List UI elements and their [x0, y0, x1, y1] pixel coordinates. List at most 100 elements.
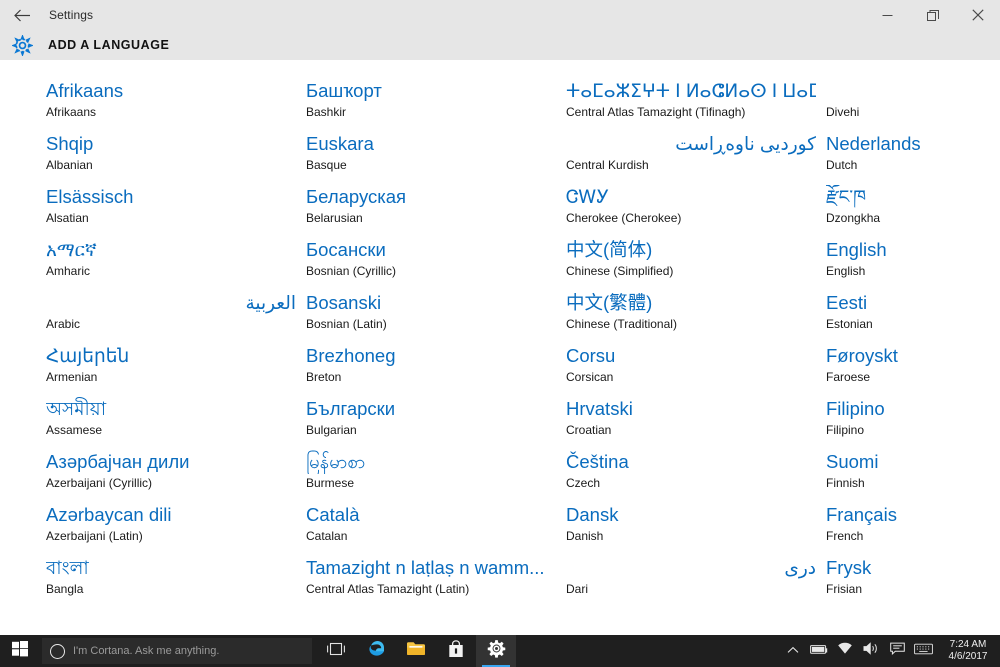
language-item[interactable]: Tamazight n laṭlaṣ n wamm... Central Atl… — [306, 556, 566, 609]
back-button[interactable] — [0, 0, 44, 30]
language-item[interactable]: Corsu Corsican — [566, 344, 826, 397]
settings-taskbar-button[interactable] — [476, 635, 516, 667]
system-tray: 7:24 AM 4/6/2017 — [780, 635, 1000, 667]
taskbar-app-icons — [316, 635, 516, 667]
language-english-name: Finnish — [826, 476, 865, 490]
language-native-name: Tamazight n laṭlaṣ n wamm... — [306, 557, 545, 578]
language-item[interactable]: Босански Bosnian (Cyrillic) — [306, 238, 566, 291]
language-item[interactable]: አማርኛ Amharic — [46, 238, 306, 291]
language-item[interactable]: Azərbaycan dili Azerbaijani (Latin) — [46, 503, 306, 556]
language-english-name: Chinese (Simplified) — [566, 264, 674, 278]
language-item[interactable]: Hrvatski Croatian — [566, 397, 826, 450]
language-native-name: Босански — [306, 239, 386, 260]
language-item[interactable]: Shqip Albanian — [46, 132, 306, 185]
minimize-icon — [882, 10, 893, 21]
language-item[interactable]: ⵜⴰⵎⴰⵣⵉⵖⵜ ⵏ ⵍⴰⵛⵍⴰⵙ ⵏ ⵡⴰⵎⵎ Central Atlas T… — [566, 79, 826, 132]
network-button[interactable] — [832, 635, 858, 667]
edge-browser-button[interactable] — [356, 635, 396, 667]
language-item[interactable]: كوردیی ناوەڕاست Central Kurdish — [566, 132, 826, 185]
language-item[interactable]: অসমীয়া Assamese — [46, 397, 306, 450]
language-english-name: Estonian — [826, 317, 873, 331]
language-native-name: Corsu — [566, 345, 616, 366]
language-item[interactable]: Euskara Basque — [306, 132, 566, 185]
volume-button[interactable] — [858, 635, 884, 667]
action-center-button[interactable] — [884, 635, 910, 667]
window-title: Settings — [49, 8, 94, 22]
language-native-name: Български — [306, 398, 396, 419]
language-item[interactable]: Català Catalan — [306, 503, 566, 556]
start-button[interactable] — [0, 635, 40, 667]
language-item[interactable]: العربية Arabic — [46, 291, 306, 344]
touch-keyboard-button[interactable] — [910, 635, 936, 667]
language-item[interactable]: 中文(简体) Chinese (Simplified) — [566, 238, 826, 291]
language-english-name: Basque — [306, 158, 347, 172]
language-english-name: Amharic — [46, 264, 91, 278]
task-view-button[interactable] — [316, 635, 356, 667]
language-item[interactable]: རྫོང་ཁ Dzongkha — [826, 185, 1000, 238]
window-controls — [865, 0, 1000, 30]
language-native-name: English — [826, 239, 887, 260]
cortana-circle-icon — [50, 643, 65, 659]
language-item[interactable]: Bosanski Bosnian (Latin) — [306, 291, 566, 344]
language-item[interactable]: Elsässisch Alsatian — [46, 185, 306, 238]
language-item[interactable]: বাংলা Bangla — [46, 556, 306, 609]
language-native-name: Hrvatski — [566, 398, 633, 419]
language-item[interactable]: Čeština Czech — [566, 450, 826, 503]
language-item[interactable]: Հայերեն Armenian — [46, 344, 306, 397]
language-item[interactable]: Afrikaans Afrikaans — [46, 79, 306, 132]
battery-button[interactable] — [806, 635, 832, 667]
language-item[interactable]: Suomi Finnish — [826, 450, 1000, 503]
language-item[interactable]: Eesti Estonian — [826, 291, 1000, 344]
language-item[interactable]: Dansk Danish — [566, 503, 826, 556]
language-english-name: Central Atlas Tamazight (Latin) — [306, 582, 470, 596]
close-button[interactable] — [955, 0, 1000, 30]
language-item[interactable]: Nederlands Dutch — [826, 132, 1000, 185]
language-item[interactable]: Беларуская Belarusian — [306, 185, 566, 238]
language-english-name: Armenian — [46, 370, 98, 384]
language-english-name: Arabic — [46, 317, 81, 331]
microsoft-store-button[interactable] — [436, 635, 476, 667]
language-english-name: Bashkir — [306, 105, 347, 119]
action-center-icon — [889, 642, 905, 660]
restore-icon — [926, 9, 939, 21]
battery-icon — [809, 642, 829, 660]
language-item[interactable]: Башҡорт Bashkir — [306, 79, 566, 132]
language-item[interactable]: ދިވެހިބަސް Divehi — [826, 79, 1000, 132]
language-item[interactable]: Азәрбајчан дили Azerbaijani (Cyrillic) — [46, 450, 306, 503]
language-item[interactable]: မြန်မာစာ Burmese — [306, 450, 566, 503]
language-english-name: Chinese (Traditional) — [566, 317, 677, 331]
language-english-name: Bangla — [46, 582, 84, 596]
language-native-name: Brezhoneg — [306, 345, 396, 366]
language-native-name: Filipino — [826, 398, 885, 419]
language-english-name: Belarusian — [306, 211, 363, 225]
language-english-name: Central Kurdish — [566, 158, 649, 172]
language-item[interactable]: Brezhoneg Breton — [306, 344, 566, 397]
language-item[interactable]: 中文(繁體) Chinese (Traditional) — [566, 291, 826, 344]
language-item[interactable]: Filipino Filipino — [826, 397, 1000, 450]
language-english-name: Azerbaijani (Latin) — [46, 529, 143, 543]
show-hidden-icons-button[interactable] — [780, 635, 806, 667]
maximize-restore-button[interactable] — [910, 0, 955, 30]
language-native-name: ދިވެހިބަސް — [826, 79, 1000, 103]
language-english-name: Bosnian (Latin) — [306, 317, 387, 331]
close-icon — [971, 9, 984, 21]
language-item[interactable]: ᏣᎳᎩ Cherokee (Cherokee) — [566, 185, 826, 238]
language-native-name: 中文(繁體) — [566, 292, 653, 313]
language-native-name: Башҡорт — [306, 80, 382, 101]
language-native-name: Azərbaycan dili — [46, 504, 172, 525]
language-item[interactable]: Български Bulgarian — [306, 397, 566, 450]
language-english-name: Corsican — [566, 370, 614, 384]
settings-gear-button[interactable] — [0, 30, 44, 60]
file-explorer-button[interactable] — [396, 635, 436, 667]
language-item[interactable]: Français French — [826, 503, 1000, 556]
language-native-name: دری — [784, 557, 816, 578]
language-item[interactable]: Frysk Frisian — [826, 556, 1000, 609]
language-item[interactable]: English English — [826, 238, 1000, 291]
cortana-search-box[interactable]: I'm Cortana. Ask me anything. — [42, 638, 312, 664]
language-item[interactable]: Føroyskt Faroese — [826, 344, 1000, 397]
page-title: ADD A LANGUAGE — [48, 38, 170, 52]
clock[interactable]: 7:24 AM 4/6/2017 — [936, 635, 1000, 667]
language-item[interactable]: دری Dari — [566, 556, 826, 609]
page-header: ADD A LANGUAGE — [0, 30, 1000, 60]
minimize-button[interactable] — [865, 0, 910, 30]
